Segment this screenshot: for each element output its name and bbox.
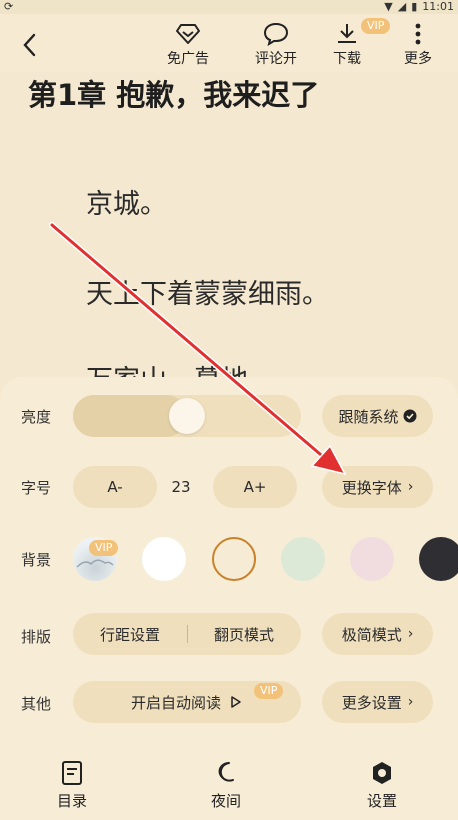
change-font-label: 更换字体 — [341, 478, 402, 497]
chapter-title: 第1章 抱歉，我来迟了 — [28, 78, 320, 112]
comment-bubble-icon — [263, 22, 289, 46]
layout-group: 行距设置 翻页模式 — [73, 613, 301, 655]
nav-catalog-label: 目录 — [56, 792, 87, 810]
status-icons: ▼ ◢ ▮ 11:01 — [384, 0, 454, 13]
nav-settings-label: 设置 — [366, 792, 397, 810]
nav-settings[interactable]: 设置 — [352, 760, 412, 811]
follow-system-button[interactable]: 跟随系统 — [322, 395, 433, 437]
auto-read-vip-badge: VIP — [254, 683, 284, 699]
nav-night-label: 夜间 — [210, 792, 241, 810]
font-increase-label: A+ — [243, 478, 267, 496]
more-label: 更多 — [404, 51, 432, 67]
more-button[interactable]: 更多 — [391, 22, 445, 68]
brightness-slider[interactable] — [73, 395, 301, 437]
settings-gear-icon — [373, 762, 391, 784]
more-settings-button[interactable]: 更多设置 › — [322, 681, 433, 723]
font-decrease-button[interactable]: A- — [73, 466, 157, 508]
simple-mode-label: 极简模式 — [341, 625, 402, 644]
ad-free-button[interactable]: 免广告 — [161, 22, 215, 68]
font-size-value: 23 — [160, 466, 202, 508]
background-swatch[interactable] — [281, 537, 325, 581]
nav-night-mode[interactable]: 夜间 — [196, 760, 256, 811]
diamond-icon — [176, 24, 200, 44]
comments-toggle-button[interactable]: 评论开 — [249, 22, 303, 68]
font-size-label: 字号 — [21, 479, 52, 497]
simple-mode-button[interactable]: 极简模式 › — [322, 613, 433, 655]
reader-toolbar: 免广告 评论开 下载 VIP 更多 — [0, 14, 458, 72]
paragraph: 天上下着蒙蒙细雨。 — [86, 279, 329, 310]
ad-free-label: 免广告 — [167, 51, 209, 67]
app-status-icon: ⟳ — [4, 0, 14, 13]
paragraph: 京城。 — [86, 189, 167, 220]
chevron-right-icon: › — [407, 694, 414, 710]
line-spacing-button[interactable]: 行距设置 — [74, 624, 187, 645]
font-decrease-label: A- — [107, 478, 123, 496]
status-bar: ⟳ ▼ ◢ ▮ 11:01 — [0, 0, 458, 14]
more-vertical-icon — [415, 23, 421, 45]
battery-icon: ▮ — [411, 0, 418, 13]
brightness-slider-thumb[interactable] — [169, 398, 205, 434]
background-swatch[interactable] — [142, 537, 186, 581]
signal-icon: ◢ — [397, 0, 407, 13]
catalog-icon — [62, 761, 82, 785]
auto-read-label: 开启自动阅读 — [130, 693, 221, 712]
page-mode-button[interactable]: 翻页模式 — [188, 624, 301, 645]
chevron-right-icon: › — [407, 626, 414, 642]
status-time: 11:01 — [422, 0, 454, 13]
check-circle-icon — [403, 409, 416, 423]
bottom-nav: 目录 夜间 设置 — [0, 748, 458, 820]
other-label: 其他 — [21, 695, 52, 713]
play-icon — [231, 696, 241, 708]
back-button[interactable] — [18, 32, 40, 58]
background-swatch[interactable] — [419, 537, 458, 581]
change-font-button[interactable]: 更换字体 › — [322, 466, 433, 508]
download-label: 下载 — [333, 51, 361, 67]
layout-label: 排版 — [21, 628, 52, 646]
chevron-right-icon: › — [407, 479, 414, 495]
background-vip-badge: VIP — [89, 540, 119, 556]
download-icon — [338, 24, 356, 43]
moon-icon — [218, 762, 234, 782]
background-swatch[interactable] — [350, 537, 394, 581]
brightness-label: 亮度 — [21, 408, 52, 426]
reader-content[interactable]: 第1章 抱歉，我来迟了 京城。 天上下着蒙蒙细雨。 万家山，墓地 — [0, 72, 458, 396]
more-settings-label: 更多设置 — [341, 693, 402, 712]
wifi-icon: ▼ — [384, 0, 393, 13]
download-vip-badge: VIP — [361, 18, 391, 34]
background-swatch[interactable] — [212, 537, 256, 581]
nav-catalog[interactable]: 目录 — [42, 760, 102, 811]
follow-system-label: 跟随系统 — [338, 407, 399, 426]
background-label: 背景 — [21, 551, 52, 569]
font-size-number: 23 — [171, 478, 191, 496]
font-increase-button[interactable]: A+ — [213, 466, 297, 508]
comments-label: 评论开 — [255, 51, 297, 67]
back-arrow-icon — [23, 33, 36, 57]
